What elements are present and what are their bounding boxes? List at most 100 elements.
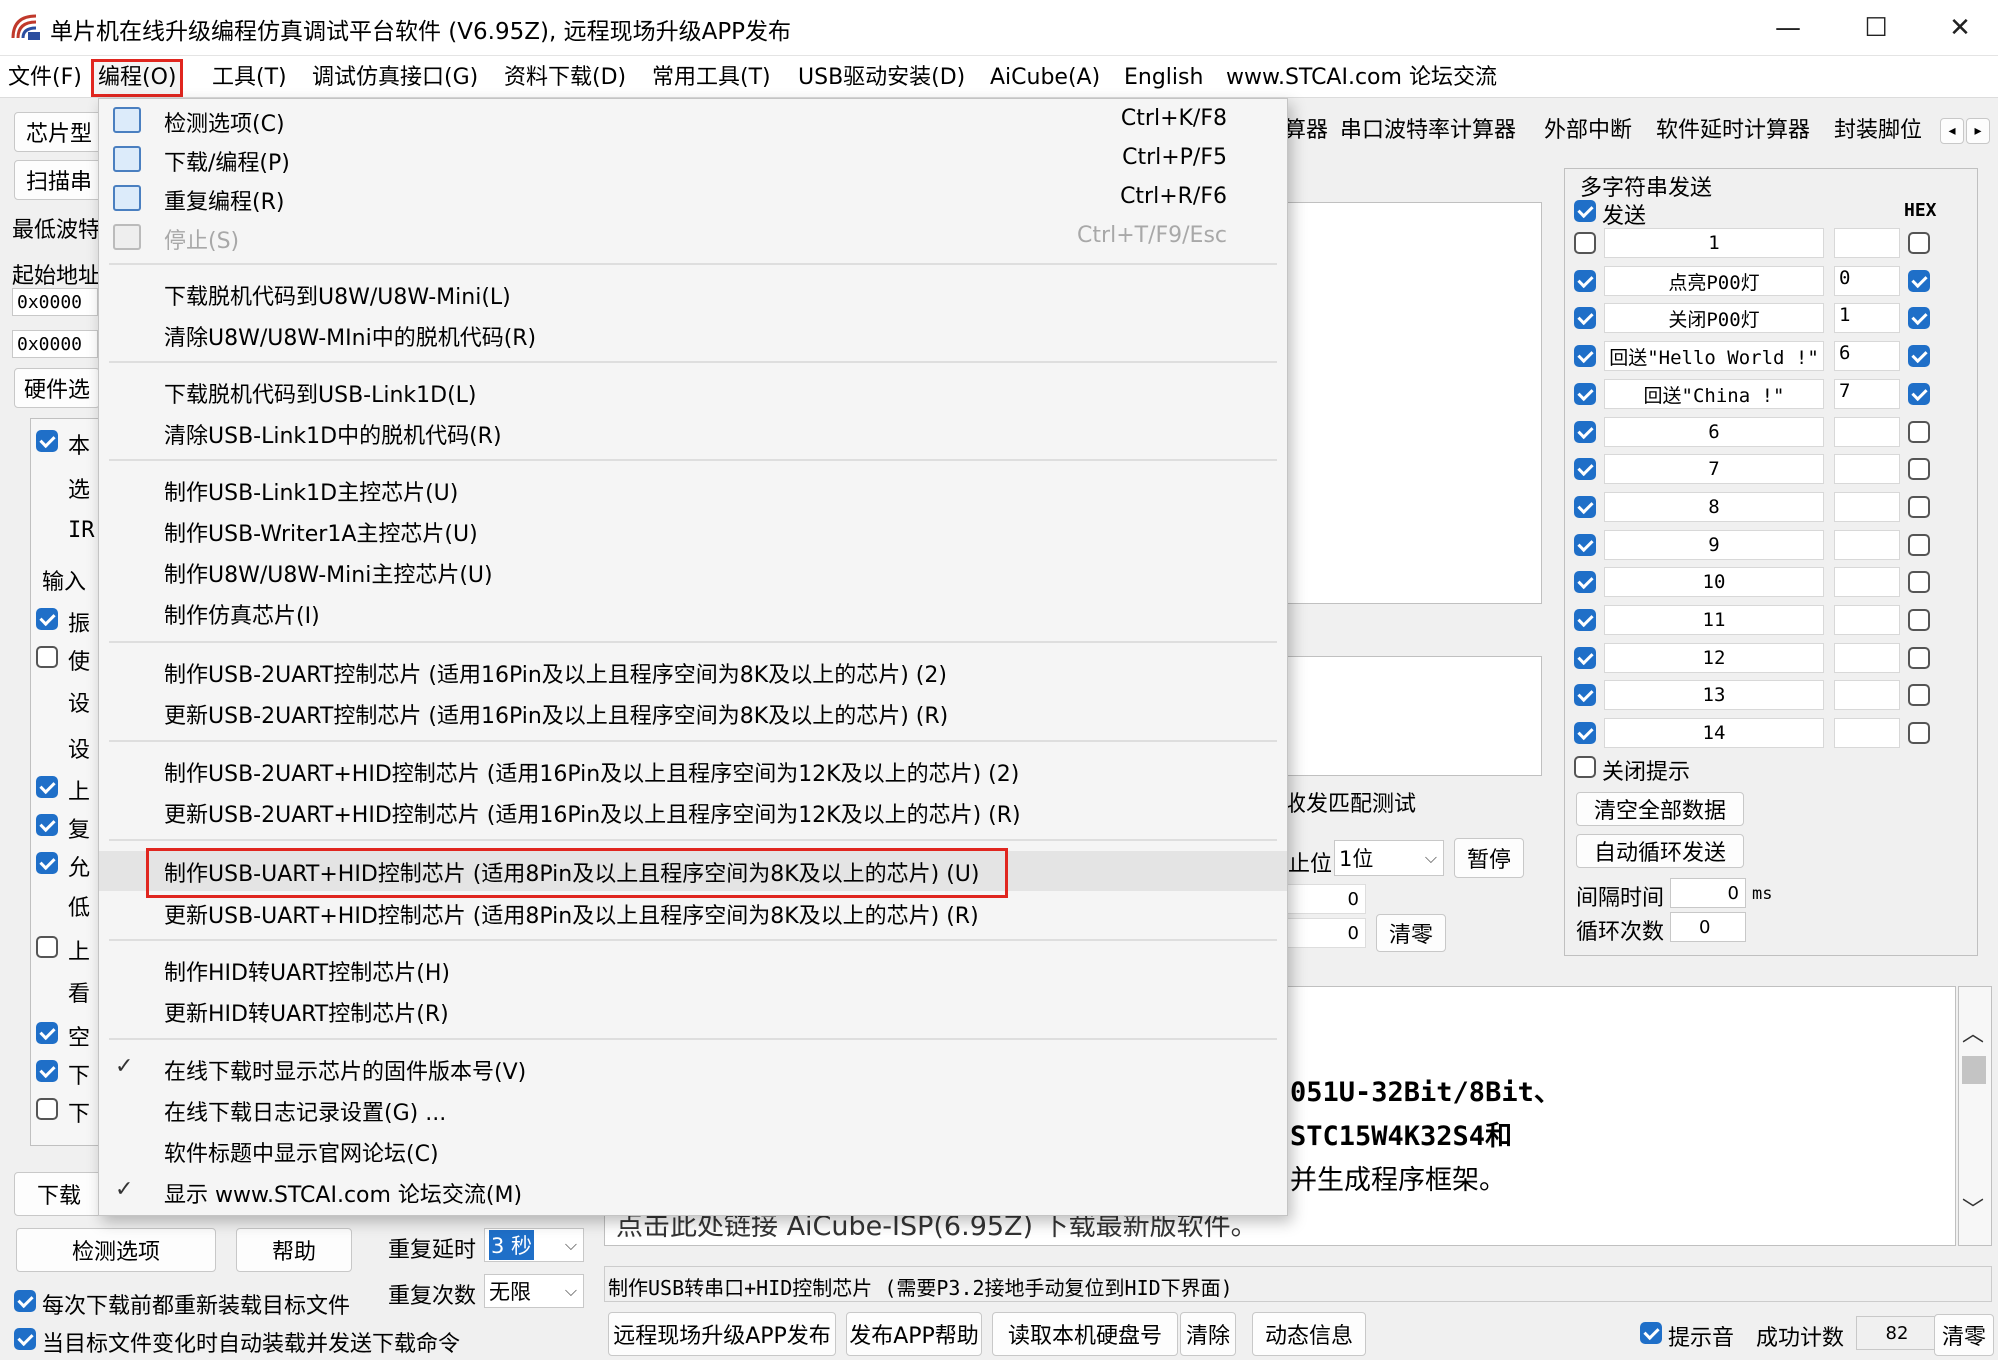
start-addr-input[interactable]: 0x0000 [12,288,98,316]
row-shortcut-input[interactable]: 0 [1834,266,1900,296]
row-shortcut-input[interactable] [1834,567,1900,597]
row-send-button[interactable]: 回送"Hello World !" [1604,341,1824,371]
menu-aicube[interactable]: AiCube(A) [986,62,1104,94]
row-send-button[interactable]: 8 [1604,492,1824,522]
menu-item-show-firmware-version[interactable]: ✓ 在线下载时显示芯片的固件版本号(V) [99,1049,1287,1087]
row-shortcut-input[interactable] [1834,643,1900,673]
menu-common-tools[interactable]: 常用工具(T) [648,62,775,94]
menu-item-update-2uart[interactable]: 更新USB-2UART控制芯片 (适用16Pin及以上且程序空间为8K及以上的芯… [99,693,1287,731]
row-hex-checkbox[interactable] [1908,383,1930,405]
menu-item-make-2uart-hid[interactable]: 制作USB-2UART+HID控制芯片 (适用16Pin及以上且程序空间为12K… [99,751,1287,789]
row-send-button[interactable]: 13 [1604,680,1824,710]
send-buffer-area[interactable] [1286,656,1542,776]
tab-external-interrupt[interactable]: 外部中断 [1544,112,1632,144]
menu-item-make-emulator[interactable]: 制作仿真芯片(I) [99,593,1287,631]
row-shortcut-input[interactable] [1834,718,1900,748]
row-hex-checkbox[interactable] [1908,421,1930,443]
receive-buffer-area[interactable] [1286,202,1542,604]
row-send-button[interactable]: 14 [1604,718,1824,748]
row-send-checkbox[interactable] [1574,609,1596,631]
stop-bit-select[interactable]: 1位 ⌵ [1334,840,1444,876]
menu-tools[interactable]: 工具(T) [208,62,291,94]
row-hex-checkbox[interactable] [1908,722,1930,744]
help-button[interactable]: 帮助 [236,1228,352,1272]
menu-item-make-link1d[interactable]: 制作USB-Link1D主控芯片(U) [99,470,1287,508]
tab-delay-calculator[interactable]: 软件延时计算器 [1656,112,1810,144]
clear-log-button[interactable]: 清除 [1180,1312,1236,1356]
menu-item-update-hid-uart[interactable]: 更新HID转UART控制芯片(R) [99,991,1287,1029]
option-checkbox[interactable] [36,1022,58,1044]
end-addr-input[interactable]: 0x0000 [12,330,98,358]
zero-count-button[interactable]: 清零 [1376,914,1446,952]
menu-program[interactable]: 编程(O) [90,59,184,97]
menu-item-download-program[interactable]: 下载/编程(P) Ctrl+P/F5 [99,140,1287,178]
row-hex-checkbox[interactable] [1908,534,1930,556]
row-send-button[interactable]: 关闭P00灯 [1604,303,1824,333]
reload-each-checkbox[interactable] [14,1290,36,1312]
row-send-checkbox[interactable] [1574,458,1596,480]
option-checkbox[interactable] [36,936,58,958]
menu-downloads[interactable]: 资料下载(D) [500,62,630,94]
chip-type-button[interactable]: 芯片型 [14,112,104,152]
row-send-button[interactable]: 9 [1604,530,1824,560]
row-send-button[interactable]: 7 [1604,454,1824,484]
menu-item-make-u8w[interactable]: 制作U8W/U8W-Mini主控芯片(U) [99,552,1287,590]
menu-item-show-forum-menu[interactable]: ✓ 显示 www.STCAI.com 论坛交流(M) [99,1172,1287,1210]
scroll-up-icon[interactable]: ︿ [1962,1016,1984,1048]
interval-input[interactable]: 0 [1670,878,1746,908]
dynamic-info-button[interactable]: 动态信息 [1252,1312,1366,1356]
row-hex-checkbox[interactable] [1908,232,1930,254]
scroll-down-icon[interactable]: ﹀ [1962,1192,1984,1224]
publish-help-button[interactable]: 发布APP帮助 [846,1312,982,1356]
row-shortcut-input[interactable] [1834,417,1900,447]
row-send-checkbox[interactable] [1574,571,1596,593]
tab-scroll-right-icon[interactable]: ▸ [1966,118,1990,144]
menu-english[interactable]: English [1120,62,1207,94]
row-shortcut-input[interactable]: 6 [1834,341,1900,371]
menu-forum[interactable]: www.STCAI.com 论坛交流 [1222,62,1501,94]
row-send-checkbox[interactable] [1574,496,1596,518]
option-checkbox[interactable] [36,1060,58,1082]
remote-upgrade-button[interactable]: 远程现场升级APP发布 [608,1312,836,1356]
pause-button[interactable]: 暂停 [1454,838,1524,878]
row-hex-checkbox[interactable] [1908,345,1930,367]
row-hex-checkbox[interactable] [1908,270,1930,292]
menu-item-update-2uart-hid[interactable]: 更新USB-2UART+HID控制芯片 (适用16Pin及以上且程序空间为12K… [99,792,1287,830]
auto-loop-send-button[interactable]: 自动循环发送 [1576,834,1744,868]
row-send-checkbox[interactable] [1574,534,1596,556]
loop-count-input[interactable]: 0 [1670,912,1746,942]
repeat-count-select[interactable]: 无限 ⌵ [484,1274,584,1308]
row-hex-checkbox[interactable] [1908,609,1930,631]
menu-file[interactable]: 文件(F) [4,62,86,94]
option-checkbox[interactable] [36,646,58,668]
option-checkbox[interactable] [36,430,58,452]
menu-item-log-settings[interactable]: 在线下载日志记录设置(G) ... [99,1090,1287,1128]
repeat-delay-select[interactable]: 3 秒 ⌵ [484,1228,584,1262]
option-checkbox[interactable] [36,776,58,798]
option-checkbox[interactable] [36,814,58,836]
menu-item-clear-u8w[interactable]: 清除U8W/U8W-MIni中的脱机代码(R) [99,315,1287,353]
menu-item-download-link1d[interactable]: 下载脱机代码到USB-Link1D(L) [99,372,1287,410]
row-send-checkbox[interactable] [1574,232,1596,254]
menu-item-update-uart-hid[interactable]: 更新USB-UART+HID控制芯片 (适用8Pin及以上且程序空间为8K及以上… [99,893,1287,931]
row-send-button[interactable]: 点亮P00灯 [1604,266,1824,296]
tab-scroll-left-icon[interactable]: ◂ [1940,118,1964,144]
row-send-button[interactable]: 10 [1604,567,1824,597]
row-shortcut-input[interactable] [1834,605,1900,635]
row-send-checkbox[interactable] [1574,722,1596,744]
row-shortcut-input[interactable]: 7 [1834,379,1900,409]
row-hex-checkbox[interactable] [1908,307,1930,329]
tab-calculator[interactable]: 算器 [1284,112,1328,144]
row-send-checkbox[interactable] [1574,270,1596,292]
beep-checkbox[interactable] [1640,1322,1662,1344]
row-send-checkbox[interactable] [1574,383,1596,405]
row-send-checkbox[interactable] [1574,684,1596,706]
scroll-thumb[interactable] [1962,1056,1986,1084]
row-hex-checkbox[interactable] [1908,458,1930,480]
menu-item-show-forum-title[interactable]: 软件标题中显示官网论坛(C) [99,1131,1287,1169]
download-program-button[interactable]: 下载 [14,1172,104,1216]
reset-count-button[interactable]: 清零 [1934,1314,1994,1356]
menu-item-repeat-program[interactable]: 重复编程(R) Ctrl+R/F6 [99,179,1287,217]
row-shortcut-input[interactable] [1834,454,1900,484]
row-send-checkbox[interactable] [1574,307,1596,329]
